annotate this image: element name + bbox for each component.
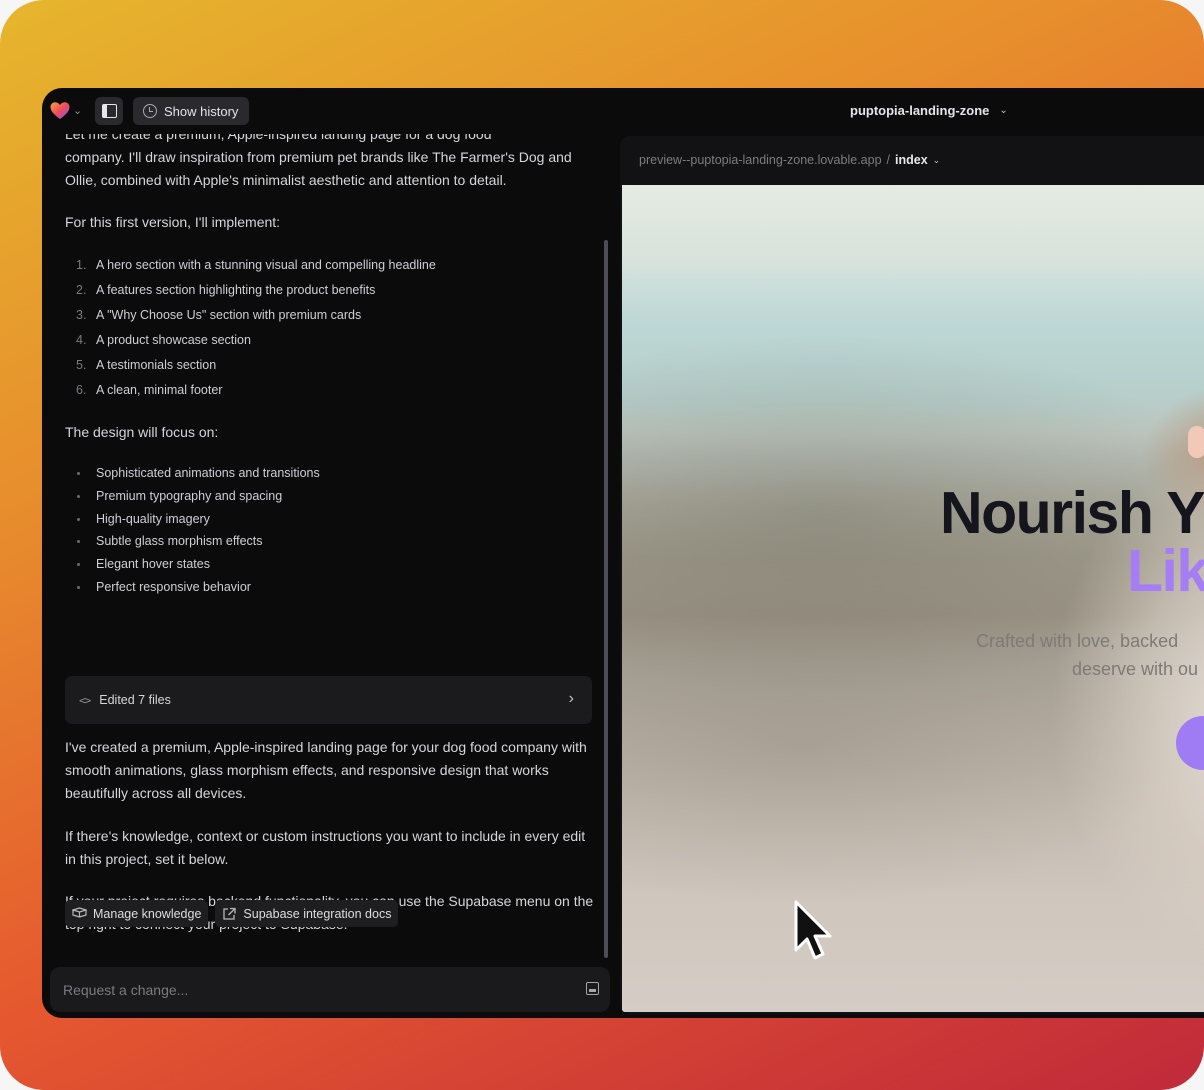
history-icon [143, 104, 157, 118]
url-separator: / [886, 153, 891, 167]
supabase-docs-label: Supabase integration docs [243, 906, 392, 921]
list-item: Subtle glass morphism effects [65, 530, 592, 553]
list-item: Premium typography and spacing [65, 485, 592, 508]
project-switcher[interactable]: puptopia-landing-zone ⌄ [850, 103, 1008, 118]
hero-background-image [622, 185, 1204, 1012]
list-item: Perfect responsive behavior [65, 576, 592, 599]
edited-files-label: Edited 7 files [99, 693, 171, 707]
knowledge-note: If there's knowledge, context or custom … [65, 828, 586, 867]
list-item: 1. A hero section with a stunning visual … [76, 258, 436, 272]
external-link-icon [223, 907, 237, 920]
list-item: Sophisticated animations and transitions [65, 462, 592, 485]
list-item: 4. A product showcase section [76, 333, 251, 347]
focus-list: Sophisticated animations and transitions… [65, 462, 592, 599]
app-window: ⌄ Show history puptopia-landing-zone ⌄ L… [42, 88, 1204, 1018]
hero-title: Nourish Y Lik [940, 480, 1204, 603]
top-bar: ⌄ Show history puptopia-landing-zone ⌄ [42, 88, 1204, 134]
hero-badge [1188, 426, 1204, 458]
show-history-label: Show history [164, 103, 239, 119]
supabase-docs-button[interactable]: Supabase integration docs [215, 900, 399, 927]
chat-panel[interactable]: Let me create a premium, Apple-inspired … [65, 134, 597, 964]
image-upload-icon[interactable] [586, 982, 599, 995]
heart-logo-icon[interactable] [49, 100, 71, 122]
manage-knowledge-label: Manage knowledge [93, 906, 202, 921]
chevron-right-icon: › [568, 690, 574, 707]
edited-files-toggle[interactable]: <> Edited 7 files › [65, 676, 592, 724]
preview-url-bar: preview--puptopia-landing-zone.lovable.a… [620, 136, 1204, 186]
code-icon: <> [79, 693, 91, 707]
chat-intro-partial: Let me create a premium, Apple-inspired … [65, 134, 492, 142]
list-item: 6. A clean, minimal footer [76, 383, 223, 397]
manage-knowledge-button[interactable]: Manage knowledge [65, 900, 209, 927]
hero-subtitle: Crafted with love, backed deserve with o… [976, 627, 1204, 683]
preview-panel: preview--puptopia-landing-zone.lovable.a… [620, 136, 1204, 1014]
sidebar-icon [101, 104, 117, 118]
preview-hero: Nourish Y Lik Crafted with love, backed … [622, 185, 1204, 1012]
chevron-down-icon: ⌄ [932, 154, 941, 165]
focus-heading: The design will focus on: [65, 424, 219, 440]
preview-route: index [895, 153, 928, 167]
preview-url[interactable]: preview--puptopia-landing-zone.lovable.a… [639, 153, 940, 167]
toggle-sidebar-button[interactable] [95, 97, 123, 125]
hero-subtitle-line-1: Crafted with love, backed [976, 631, 1179, 651]
list-item: 2. A features section highlighting the pr… [76, 283, 376, 297]
preview-host: preview--puptopia-landing-zone.lovable.a… [639, 153, 882, 167]
chat-messages: Let me create a premium, Apple-inspired … [65, 134, 592, 599]
mouse-cursor-icon [794, 900, 832, 960]
book-icon [72, 907, 87, 918]
hero-title-main: Nourish Y [940, 480, 1204, 546]
show-history-button[interactable]: Show history [133, 97, 250, 125]
list-item: High-quality imagery [65, 508, 592, 531]
list-item: 3. A "Why Choose Us" section with premium… [76, 308, 362, 322]
chat-intro: company. I'll draw inspiration from prem… [65, 149, 572, 188]
list-item: 5. A testimonials section [76, 358, 217, 372]
action-chips: Manage knowledge Supabase integration do… [65, 900, 399, 927]
summary-text: I've created a premium, Apple-inspired l… [65, 739, 587, 801]
request-change-input[interactable] [61, 978, 565, 1002]
implement-heading: For this first version, I'll implement: [65, 214, 281, 230]
hero-subtitle-line-2: deserve with ou [1072, 659, 1199, 679]
hero-title-accent: Lik [1127, 538, 1204, 604]
implementation-list: 1. A hero section with a stunning visual … [65, 253, 592, 403]
project-name: puptopia-landing-zone [850, 103, 990, 118]
chevron-down-icon[interactable]: ⌄ [73, 104, 82, 117]
list-item: Elegant hover states [65, 553, 592, 576]
chat-scrollbar[interactable] [604, 240, 608, 958]
chevron-down-icon: ⌄ [999, 105, 1008, 116]
request-change-bar [50, 967, 610, 1012]
